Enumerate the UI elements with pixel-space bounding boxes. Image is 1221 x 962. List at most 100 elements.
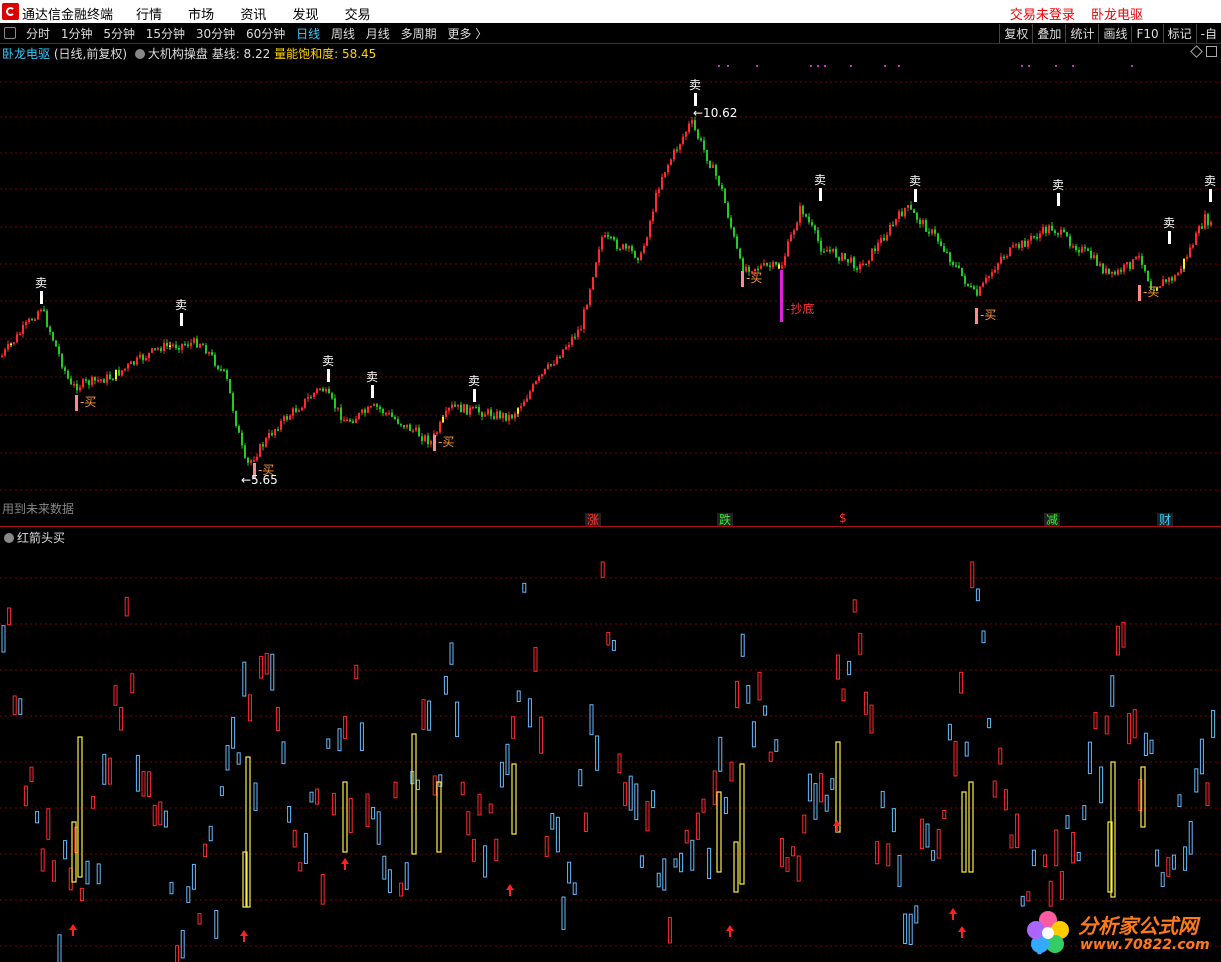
sell-label: 卖	[366, 370, 378, 384]
menu-item-news[interactable]: 资讯	[240, 8, 266, 23]
indicator-bar	[751, 721, 756, 748]
price-candle	[1162, 279, 1164, 287]
price-candle	[724, 188, 726, 203]
tool-custom-button[interactable]: -自	[1195, 24, 1221, 43]
tool-mark-button[interactable]: 标记	[1162, 24, 1196, 43]
period-weekly[interactable]: 周线	[331, 27, 355, 41]
price-candle	[403, 425, 405, 428]
indicator-bar	[987, 717, 992, 729]
price-candle	[1033, 235, 1035, 238]
indicator-bar	[583, 812, 588, 833]
sell-signal-bar	[40, 291, 43, 304]
indicator-bar	[214, 909, 219, 939]
trade-login-status[interactable]: 交易未登录	[1010, 8, 1075, 23]
indicator-bar	[572, 882, 577, 895]
price-candle	[778, 264, 780, 269]
indicator-bar	[578, 769, 583, 787]
period-monthly[interactable]: 月线	[366, 27, 390, 41]
maximize-icon[interactable]	[1206, 46, 1217, 57]
price-candle	[1084, 247, 1086, 249]
price-candle	[691, 120, 693, 124]
price-candle	[985, 277, 987, 283]
tool-draw-button[interactable]: 画线	[1098, 24, 1131, 43]
price-candle	[1201, 226, 1203, 229]
price-candle	[1087, 248, 1089, 251]
price-candle	[220, 369, 222, 371]
period-1min[interactable]: 1分钟	[61, 27, 93, 41]
indicator-bar	[303, 832, 308, 864]
price-candle	[784, 256, 786, 266]
tool-f10-button[interactable]: F10	[1131, 26, 1162, 42]
period-tick[interactable]: 分时	[26, 27, 50, 41]
tool-stats-button[interactable]: 统计	[1065, 24, 1098, 43]
sell-label: 卖	[35, 276, 47, 290]
price-candle	[157, 348, 159, 350]
indicator-bar	[359, 722, 364, 751]
indicator-bar	[779, 837, 784, 867]
price-candle	[376, 404, 378, 407]
sub-indicator-chart[interactable]	[0, 542, 1221, 962]
period-30min[interactable]: 30分钟	[196, 27, 235, 41]
indicator-bar	[365, 793, 370, 827]
price-candle	[373, 404, 375, 406]
period-60min[interactable]: 60分钟	[246, 27, 285, 41]
price-candle	[727, 202, 729, 218]
menu-item-trade[interactable]: 交易	[345, 8, 371, 23]
price-candle	[850, 257, 852, 263]
indicator-bar	[1087, 741, 1092, 775]
signal-dot	[1072, 65, 1074, 67]
price-candle	[856, 268, 858, 270]
marker-dollar[interactable]: $	[839, 511, 847, 525]
indicator-bar	[186, 886, 191, 903]
red-up-arrow-icon	[726, 925, 734, 937]
period-5min[interactable]: 5分钟	[103, 27, 135, 41]
menu-item-quotes[interactable]: 行情	[136, 8, 162, 23]
indicator-bar	[634, 783, 639, 821]
period-daily[interactable]: 日线	[296, 27, 320, 41]
price-candle	[508, 414, 510, 421]
price-candle	[82, 379, 84, 388]
tool-overlay-button[interactable]: 叠加	[1032, 24, 1065, 43]
panel-toggle-icon[interactable]	[4, 27, 16, 39]
price-candle	[604, 234, 606, 238]
period-15min[interactable]: 15分钟	[146, 27, 185, 41]
price-candle	[445, 410, 447, 417]
indicator-bar	[1065, 815, 1070, 829]
price-candle	[1099, 263, 1101, 266]
price-candle	[958, 265, 960, 268]
price-candle	[97, 379, 99, 382]
indicator-bar	[91, 795, 96, 809]
indicator-bar	[858, 633, 863, 655]
indicator-bar	[1026, 891, 1031, 902]
indicator-bar	[908, 913, 913, 945]
indicator-bar	[40, 848, 45, 872]
period-more[interactable]: 更多 〉	[447, 27, 487, 41]
tool-adjust-button[interactable]: 复权	[999, 24, 1032, 43]
price-candle	[112, 378, 114, 381]
indicator-bar	[947, 723, 952, 741]
price-candle	[688, 123, 690, 132]
price-candle	[178, 347, 180, 350]
main-price-chart[interactable]: 卖卖卖卖 卖卖卖卖卖卖卖-买-买-买-买-买-买-抄底←10.62←5.65	[0, 57, 1221, 527]
indicator-bar	[23, 785, 28, 807]
price-candle	[664, 172, 666, 177]
diamond-icon[interactable]	[1190, 45, 1203, 58]
indicator-bar	[354, 664, 359, 680]
indicator-bar	[1093, 712, 1098, 730]
price-candle	[394, 416, 396, 420]
price-candle	[61, 354, 63, 368]
indicator-bar	[219, 786, 224, 796]
indicator-bar	[701, 798, 706, 813]
panel-divider[interactable]	[0, 526, 1221, 527]
menu-item-discover[interactable]: 发现	[292, 8, 318, 23]
price-candle	[190, 342, 192, 347]
price-candle	[76, 383, 78, 391]
menu-item-market[interactable]: 市场	[188, 8, 214, 23]
signal-dot	[898, 65, 900, 67]
period-multi[interactable]: 多周期	[401, 27, 437, 41]
price-candle	[943, 246, 945, 252]
indicator-bar	[936, 828, 941, 859]
price-candle	[964, 275, 966, 284]
price-candle	[598, 249, 600, 263]
indicator-bar	[343, 715, 348, 740]
